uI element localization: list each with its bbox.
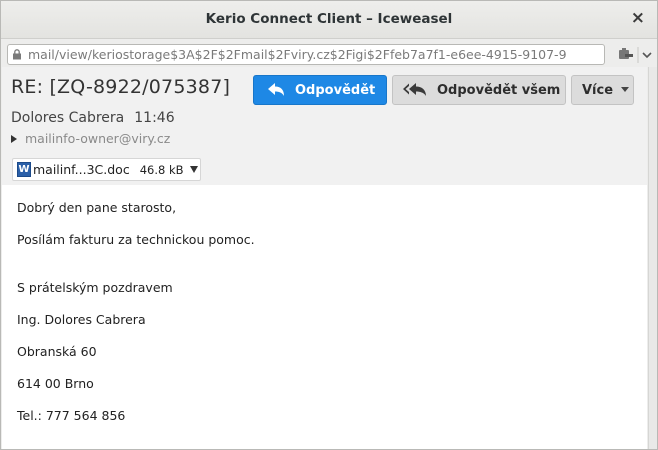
close-icon[interactable]: × bbox=[631, 9, 645, 27]
url-bar[interactable]: mail/view/keriostorage$3A$2F$2Fmail$2Fvi… bbox=[7, 44, 605, 65]
reply-button-label: Odpovědět bbox=[295, 82, 376, 98]
body-line: S prátelským pozdravem bbox=[17, 280, 173, 295]
sender-name: Dolores Cabrera bbox=[11, 110, 125, 126]
reply-button[interactable]: Odpovědět bbox=[253, 75, 387, 105]
sender-details-toggle[interactable]: mailinfo-owner@viry.cz bbox=[11, 131, 170, 146]
message-subject: RE: [ZQ-8922/075387] bbox=[11, 76, 231, 98]
sender-line: Dolores Cabrera 11:46 bbox=[11, 110, 175, 126]
reply-all-button[interactable]: Odpovědět všem bbox=[392, 75, 566, 105]
body-line: 614 00 Brno bbox=[17, 376, 94, 391]
window-title: Kerio Connect Client – Iceweasel bbox=[205, 11, 453, 27]
vertical-scrollbar[interactable] bbox=[648, 67, 657, 449]
reply-all-button-label: Odpovědět všem bbox=[437, 82, 561, 98]
message-time: 11:46 bbox=[134, 110, 175, 126]
sender-address: mailinfo-owner@viry.cz bbox=[25, 131, 171, 146]
browser-window: Kerio Connect Client – Iceweasel × mail/… bbox=[0, 0, 658, 450]
more-button[interactable]: Více bbox=[571, 75, 634, 105]
attachment-name: mailinf...3C.doc bbox=[33, 162, 130, 177]
word-doc-icon: W bbox=[17, 162, 31, 177]
attachment-chip[interactable]: W mailinf...3C.doc 46.8 kB bbox=[12, 158, 201, 181]
lock-icon bbox=[13, 49, 21, 60]
addon-icon[interactable] bbox=[619, 48, 633, 59]
reply-all-arrow-icon bbox=[403, 83, 426, 96]
expand-triangle-icon bbox=[11, 134, 17, 143]
url-text: mail/view/keriostorage$3A$2F$2Fmail$2Fvi… bbox=[28, 47, 567, 62]
more-button-label: Více bbox=[582, 82, 614, 98]
chevron-down-icon bbox=[621, 87, 630, 92]
dropdown-chevron-icon[interactable] bbox=[642, 52, 652, 59]
reply-arrow-icon bbox=[268, 83, 284, 96]
urlbar-tools[interactable] bbox=[613, 45, 655, 65]
body-line: Obranská 60 bbox=[17, 344, 97, 359]
message-view: RE: [ZQ-8922/075387] Odpovědět Odpovědět… bbox=[2, 67, 647, 449]
title-bar: Kerio Connect Client – Iceweasel × bbox=[1, 1, 657, 39]
body-line: Tel.: 777 564 856 bbox=[17, 408, 126, 423]
message-header: RE: [ZQ-8922/075387] Odpovědět Odpovědět… bbox=[2, 67, 647, 185]
body-line: Ing. Dolores Cabrera bbox=[17, 312, 146, 327]
attachment-menu-chevron-icon[interactable] bbox=[189, 166, 198, 173]
body-line: Posílám fakturu za technickou pomoc. bbox=[17, 232, 255, 247]
body-line: Dobrý den pane starosto, bbox=[17, 200, 177, 215]
attachment-size: 46.8 kB bbox=[139, 162, 184, 177]
